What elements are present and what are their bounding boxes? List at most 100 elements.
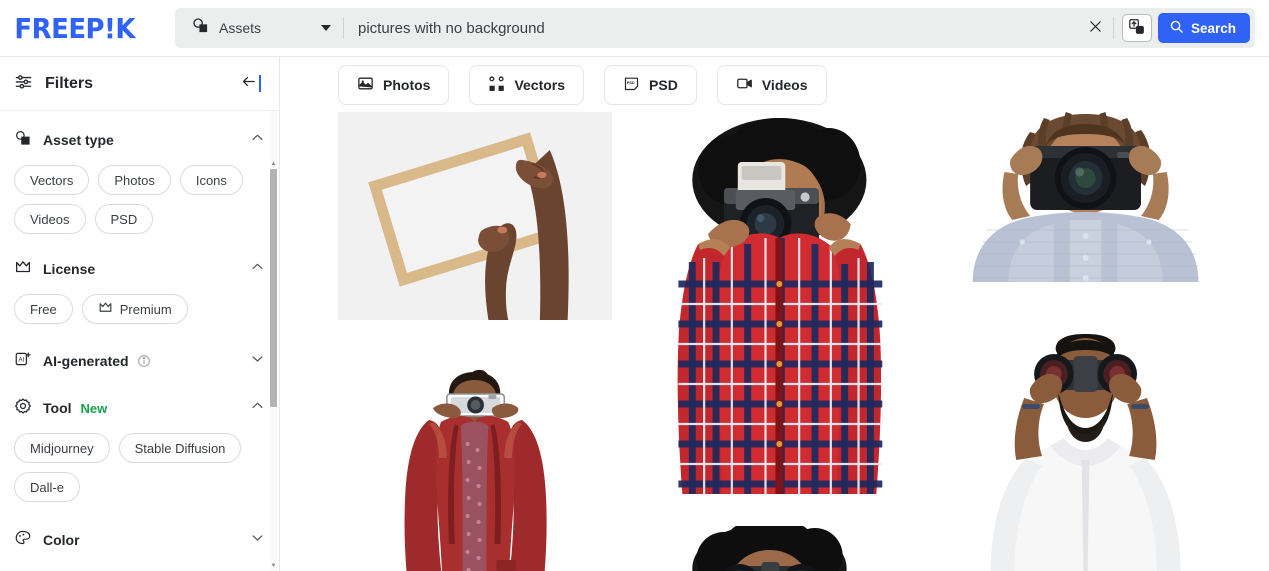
filter-group-header-ai-generated[interactable]: AI AI-generated <box>14 350 265 372</box>
chevron-up-icon <box>250 398 265 418</box>
asset-scope-label: Assets <box>219 20 262 36</box>
filter-options-tool: Midjourney Stable Diffusion Dall-e <box>14 433 265 502</box>
result-thumbnail <box>946 334 1224 571</box>
vector-nodes-icon <box>488 75 505 95</box>
result-card-white-tshirt-binoculars[interactable] <box>946 334 1224 571</box>
arrow-left-icon <box>239 73 258 95</box>
svg-text:PSD: PSD <box>627 80 635 84</box>
result-thumbnail <box>621 526 938 571</box>
filter-pill-psd[interactable]: PSD <box>94 204 154 234</box>
freepik-logo[interactable]: FREEP!K <box>0 12 180 45</box>
asset-type-tabs: Photos Vectors PSD PSD Videos <box>281 57 1269 112</box>
palette-icon <box>14 529 32 552</box>
collapse-accent-bar <box>259 75 261 92</box>
filters-scroll-area: Asset type Vectors Photos Icons Videos P… <box>0 111 279 571</box>
result-card-afro-man-binoculars[interactable] <box>621 526 938 571</box>
filter-group-color: Color <box>14 502 265 551</box>
chevron-up-icon <box>250 130 265 150</box>
search-button[interactable]: Search <box>1157 13 1250 43</box>
filter-pill-vectors[interactable]: Vectors <box>14 165 90 195</box>
filter-group-header-tool[interactable]: Tool New <box>14 397 265 419</box>
search-divider-2 <box>1112 17 1114 39</box>
chevron-up-icon <box>250 259 265 279</box>
collapse-sidebar-button[interactable] <box>239 73 267 95</box>
filter-group-tool: Tool New Midjourney Stable Diffusion Dal… <box>14 372 265 502</box>
image-search-button[interactable] <box>1121 14 1152 42</box>
crown-icon-small <box>98 300 113 318</box>
tab-photos-label: Photos <box>383 76 431 93</box>
search-button-label: Search <box>1190 20 1236 36</box>
filters-sidebar: Filters Asset type Vectors Photos Icons … <box>0 57 280 571</box>
tab-psd-label: PSD <box>649 76 678 93</box>
filter-options-license: Free Premium <box>14 294 265 324</box>
filter-pill-dalle[interactable]: Dall-e <box>14 472 80 502</box>
result-card-hands-wooden-frame[interactable] <box>338 112 613 320</box>
filter-group-label: Asset type <box>43 132 114 148</box>
filter-pill-free[interactable]: Free <box>14 294 73 324</box>
filter-group-ai-generated: AI AI-generated <box>14 324 265 372</box>
search-bar: Assets pictures with no background Searc… <box>175 8 1255 48</box>
filter-options-asset-type: Vectors Photos Icons Videos PSD <box>14 165 265 234</box>
result-thumbnail <box>338 112 613 320</box>
filter-pill-videos[interactable]: Videos <box>14 204 86 234</box>
svg-text:AI: AI <box>19 357 25 363</box>
filters-header: Filters <box>0 57 279 111</box>
filter-group-header-license[interactable]: License <box>14 258 265 280</box>
result-card-afro-man-camera-plaid[interactable] <box>621 112 938 494</box>
photo-icon <box>357 75 374 95</box>
filter-group-header-asset-type[interactable]: Asset type <box>14 129 265 151</box>
filter-group-label: Tool <box>43 400 72 416</box>
tab-vectors[interactable]: Vectors <box>469 64 585 105</box>
filter-pill-icons[interactable]: Icons <box>179 165 243 195</box>
app-header: FREEP!K Assets pictures with no backgrou… <box>0 0 1269 57</box>
scroll-up-arrow-icon[interactable]: ▲ <box>270 161 277 168</box>
gear-icon <box>14 397 32 420</box>
tab-photos[interactable]: Photos <box>338 64 450 105</box>
filter-group-license: License Free Premium <box>14 234 265 324</box>
tab-videos-label: Videos <box>761 76 808 93</box>
filters-title: Filters <box>45 74 94 92</box>
chevron-down-icon <box>250 530 265 550</box>
assets-shapes-icon <box>191 16 210 40</box>
filter-group-label: AI-generated <box>43 353 129 369</box>
filter-group-asset-type: Asset type Vectors Photos Icons Videos P… <box>14 111 265 234</box>
results-column-2 <box>621 112 938 571</box>
filter-group-header-color[interactable]: Color <box>14 529 265 551</box>
search-icon <box>1169 19 1184 37</box>
asset-scope-dropdown[interactable]: Assets <box>175 8 343 48</box>
sidebar-scrollbar-thumb[interactable] <box>270 169 277 407</box>
video-camera-icon <box>736 75 753 95</box>
results-column-1 <box>338 112 613 571</box>
filter-pill-photos[interactable]: Photos <box>98 165 171 195</box>
psd-file-icon: PSD <box>623 75 640 95</box>
tab-videos[interactable]: Videos <box>716 64 827 105</box>
results-grid <box>281 112 1269 571</box>
filter-pill-premium-label: Premium <box>119 301 172 317</box>
close-icon <box>1088 19 1103 37</box>
clear-search-button[interactable] <box>1079 11 1113 45</box>
image-upload-search-icon <box>1128 18 1145 38</box>
result-thumbnail <box>338 364 613 571</box>
new-badge: New <box>80 400 108 416</box>
filter-pill-premium[interactable]: Premium <box>81 294 188 324</box>
scroll-down-arrow-icon[interactable]: ▼ <box>270 563 277 570</box>
chevron-down-icon <box>250 351 265 371</box>
tab-psd[interactable]: PSD PSD <box>604 64 697 105</box>
search-input[interactable] <box>344 8 1079 48</box>
result-card-dreadlocks-man-dslr[interactable] <box>946 112 1224 282</box>
filter-group-label: Color <box>43 532 80 548</box>
tab-vectors-label: Vectors <box>514 76 566 93</box>
filter-group-label: License <box>43 261 96 277</box>
info-icon[interactable] <box>137 354 151 368</box>
result-thumbnail <box>946 112 1224 282</box>
filter-pill-stable-diffusion[interactable]: Stable Diffusion <box>118 433 242 463</box>
results-area: Photos Vectors PSD PSD Videos <box>281 57 1269 571</box>
asset-type-icon <box>14 129 32 152</box>
crown-icon <box>14 258 32 281</box>
result-thumbnail <box>621 112 938 494</box>
ai-generated-icon: AI <box>14 350 32 373</box>
results-column-3 <box>946 112 1224 571</box>
result-card-bearded-man-red-jacket-camera[interactable] <box>338 364 613 571</box>
chevron-down-icon <box>321 25 331 31</box>
filter-pill-midjourney[interactable]: Midjourney <box>14 433 110 463</box>
